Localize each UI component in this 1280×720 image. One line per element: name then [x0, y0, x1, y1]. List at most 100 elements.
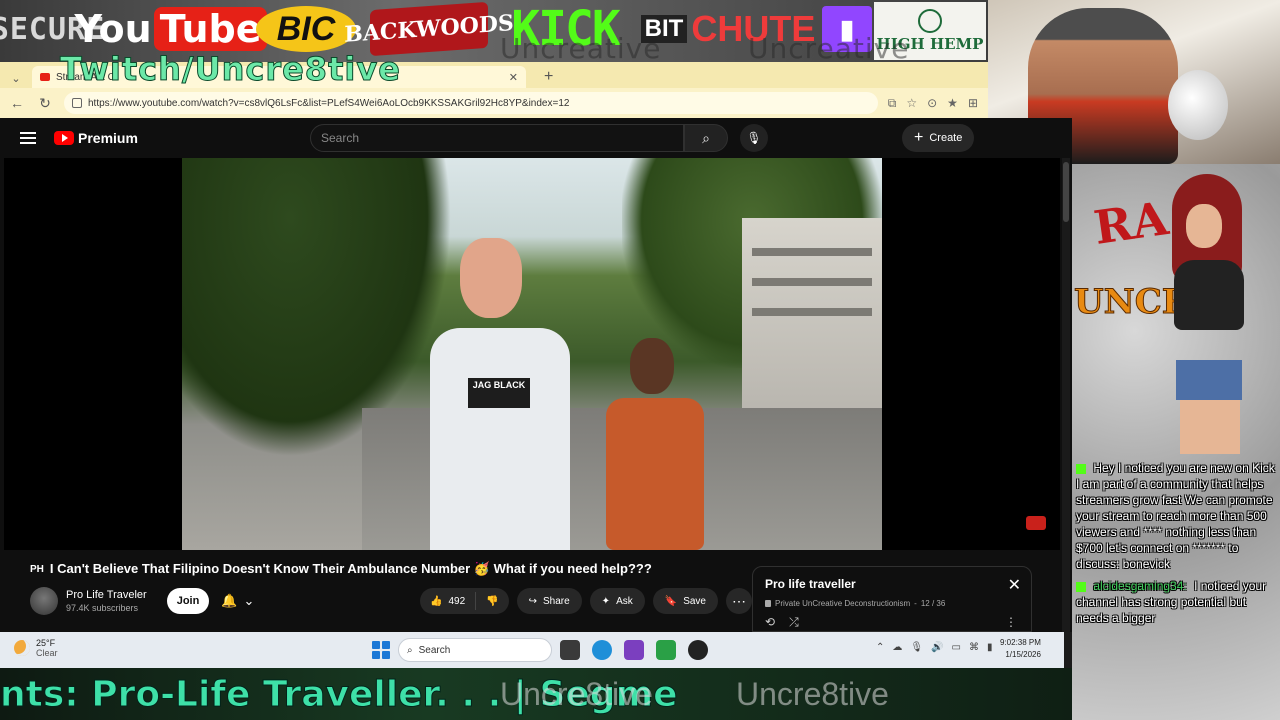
edge-icon[interactable] [592, 640, 612, 660]
building-window-row [752, 308, 872, 316]
cloud-icon[interactable]: ☁ [892, 642, 902, 653]
page-scrollbar[interactable] [1062, 158, 1070, 632]
site-info-icon[interactable] [72, 98, 82, 108]
anime-character [1152, 174, 1272, 454]
like-button[interactable]: 👍 492 [420, 592, 477, 610]
url-actions: ⧉ ☆ ⊙ ★ ⊞ [888, 96, 988, 111]
system-clock[interactable]: 9:02:38 PM 1/15/2026 [1000, 637, 1041, 661]
windows-start-icon[interactable] [372, 641, 390, 659]
search-input[interactable]: Search [310, 124, 684, 152]
display-icon[interactable]: ▭ [952, 642, 961, 653]
ask-button[interactable]: ✦ Ask [589, 588, 645, 614]
youtube-watermark-icon[interactable] [1026, 516, 1046, 530]
plus-icon: + [914, 129, 924, 146]
video-title-row: PH I Can't Believe That Filipino Doesn't… [30, 561, 652, 577]
hemp-seal-icon [918, 9, 942, 33]
ask-label: Ask [616, 595, 633, 607]
building-window-row [752, 248, 872, 256]
video-title: I Can't Believe That Filipino Doesn't Kn… [49, 561, 652, 576]
share-button[interactable]: ↪ Share [516, 588, 582, 614]
mic-tray-icon[interactable]: 🎙 [910, 642, 923, 653]
like-count: 492 [448, 595, 466, 607]
moon-icon [14, 640, 30, 656]
bookmark-icon: 🔖 [664, 595, 678, 607]
search-icon: ⌕ [407, 644, 413, 656]
voice-search-button[interactable]: 🎙 [740, 124, 768, 152]
create-label: Create [929, 132, 963, 144]
chat-message: alcidesgaming34: I noticed your channel … [1076, 578, 1276, 626]
playlist-panel: Pro life traveller Private UnCreative De… [752, 566, 1032, 632]
clock-date: 1/15/2026 [1005, 650, 1041, 659]
more-actions-button[interactable]: ⋯ [725, 588, 752, 614]
video-actions: 👍 492 👎 ↪ Share ✦ Ask 🔖 Save ⋯ [420, 588, 752, 614]
new-tab-button[interactable]: + [532, 66, 553, 88]
join-button[interactable]: Join [166, 588, 210, 614]
kick-badge-icon [1076, 581, 1086, 592]
bookmark-star-icon[interactable]: ☆ [906, 96, 917, 111]
back-icon[interactable]: ← [8, 95, 26, 111]
playlist-more-icon[interactable]: ⋮ [1005, 615, 1017, 629]
ghost-watermark-2: Uncreative [748, 32, 910, 65]
chat-message: Hey I noticed you are new on Kick I am p… [1076, 460, 1276, 572]
share-label: Share [542, 595, 570, 607]
kick-badge-icon [1076, 463, 1086, 474]
weather-widget[interactable]: 25°F Clear [14, 638, 58, 658]
favorites-icon[interactable]: ★ [947, 96, 958, 111]
bottom-ticker: nts: Pro-Life Traveller. . . | Segme Unc… [0, 668, 1072, 720]
tab-close-icon[interactable]: ✕ [509, 71, 518, 84]
open-app-icon[interactable]: ⧉ [888, 96, 897, 111]
loop-icon[interactable]: ⟲ [765, 615, 775, 630]
collections-icon[interactable]: ⊞ [968, 96, 978, 111]
shuffle-icon[interactable]: ⤮ [789, 615, 799, 630]
address-bar: ← ↻ https://www.youtube.com/watch?v=cs8v… [0, 88, 988, 118]
notification-button[interactable]: 🔔 ⌄ [221, 593, 254, 609]
dislike-button[interactable]: 👎 [476, 596, 508, 607]
create-button[interactable]: + Create [902, 124, 975, 152]
shirt-logo: JAG BLACK [468, 378, 530, 408]
youtube-premium-logo[interactable]: Premium [54, 130, 138, 146]
chat-username: alcidesgaming34: [1093, 579, 1187, 593]
sparkle-icon: ✦ [601, 595, 611, 607]
lock-icon [765, 600, 771, 607]
reload-icon[interactable]: ↻ [36, 95, 54, 112]
save-label: Save [683, 595, 706, 607]
extension-icon[interactable]: ⊙ [927, 96, 937, 111]
system-tray: ⌃ ☁ 🎙 🔊 ▭ ⌘ ▮ [876, 642, 993, 653]
chevron-up-icon[interactable]: ⌃ [876, 642, 884, 653]
playlist-owner[interactable]: Private UnCreative Deconstructionism [775, 599, 910, 608]
network-icon[interactable]: ⌘ [969, 642, 979, 653]
playlist-position: 12 / 36 [920, 599, 946, 608]
youtube-favicon-icon [40, 73, 50, 81]
ticker-watermark-1: Uncre8tive [500, 676, 653, 712]
menu-icon[interactable] [20, 132, 36, 144]
xbox-icon[interactable] [656, 640, 676, 660]
clock-time: 9:02:38 PM [1000, 638, 1041, 647]
man-figure: JAG BLACK [410, 238, 590, 550]
video-player[interactable]: JAG BLACK [4, 158, 1060, 550]
thumbs-down-icon: 👎 [486, 595, 499, 607]
task-view-icon[interactable] [560, 640, 580, 660]
taskbar-search[interactable]: ⌕ Search [398, 638, 552, 662]
url-field[interactable]: https://www.youtube.com/watch?v=cs8vlQ6L… [64, 92, 878, 114]
playlist-title[interactable]: Pro life traveller [765, 577, 1019, 591]
youtube-page: Premium Search ⌕ 🎙 + Create JAG BLACK PH… [0, 118, 1072, 632]
bic-logo: BIC [256, 6, 356, 52]
volume-icon[interactable]: 🔊 [931, 642, 943, 653]
windows-taskbar: 25°F Clear ⌕ Search ⌃ ☁ 🎙 🔊 ▭ ⌘ ▮ 9:02:3… [0, 632, 1064, 668]
microphone-image [1168, 70, 1228, 140]
channel-name[interactable]: Pro Life Traveler [66, 589, 147, 601]
taskbar-search-label: Search [418, 644, 451, 656]
channel-avatar[interactable] [30, 587, 58, 615]
ghost-watermark-1: Uncreative [500, 32, 662, 65]
weather-condition: Clear [36, 648, 58, 658]
scrollbar-thumb[interactable] [1063, 162, 1069, 222]
tab-list-icon[interactable]: ⌄ [6, 68, 26, 88]
taskbar-apps [560, 640, 708, 660]
close-icon[interactable]: ✕ [1008, 575, 1021, 595]
camera-app-icon[interactable] [624, 640, 644, 660]
battery-icon[interactable]: ▮ [987, 642, 993, 653]
obs-icon[interactable] [688, 640, 708, 660]
save-button[interactable]: 🔖 Save [652, 588, 718, 614]
video-frame[interactable]: JAG BLACK [182, 158, 882, 550]
search-button[interactable]: ⌕ [684, 124, 728, 152]
